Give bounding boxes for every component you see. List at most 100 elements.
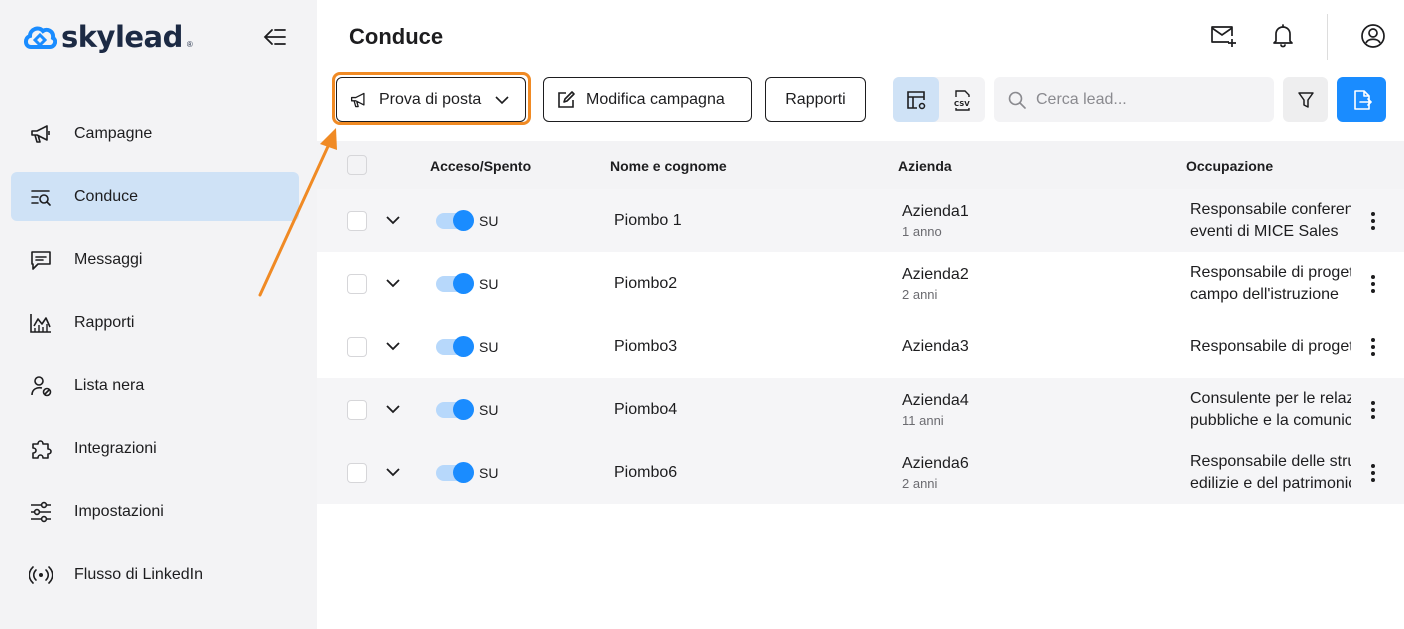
sidebar-item-label: Integrazioni xyxy=(74,439,157,457)
expand-row-button[interactable] xyxy=(383,211,403,231)
status-label: SU xyxy=(479,275,499,292)
row-checkbox[interactable] xyxy=(347,273,367,294)
app-window: skylead ® Campagne Conduce Messaggi Rapp… xyxy=(0,0,1404,629)
csv-export-button[interactable]: CSV xyxy=(939,77,985,122)
company-tenure: 2 anni xyxy=(902,475,938,491)
status-toggle[interactable] xyxy=(436,461,474,483)
row-menu-button[interactable] xyxy=(1363,272,1383,296)
sidebar-item-flusso-linkedin[interactable]: Flusso di LinkedIn xyxy=(11,550,299,599)
sidebar-item-label: Campagne xyxy=(74,124,153,142)
mail-add-button[interactable] xyxy=(1207,20,1239,52)
search-icon xyxy=(1008,91,1026,109)
row-menu-button[interactable] xyxy=(1363,335,1383,359)
row-menu-button[interactable] xyxy=(1363,398,1383,422)
sidebar-item-label: Messaggi xyxy=(74,250,143,268)
expand-row-button[interactable] xyxy=(383,274,403,294)
filter-icon xyxy=(1297,91,1314,108)
reports-button[interactable]: Rapporti xyxy=(765,77,866,122)
sidebar-item-integrazioni[interactable]: Integrazioni xyxy=(11,424,299,473)
sidebar: skylead ® Campagne Conduce Messaggi Rapp… xyxy=(0,0,317,629)
export-leads-button[interactable] xyxy=(1337,77,1386,122)
sidebar-item-impostazioni[interactable]: Impostazioni xyxy=(11,487,299,536)
lead-name: Piombo6 xyxy=(614,463,678,481)
mail-test-dropdown[interactable]: Prova di posta xyxy=(336,77,526,122)
csv-file-icon: CSV xyxy=(954,89,970,111)
sidebar-item-conduce[interactable]: Conduce xyxy=(11,172,299,221)
sidebar-item-label: Lista nera xyxy=(74,376,145,394)
lead-name: Piombo2 xyxy=(614,274,678,292)
column-header-status: Acceso/Spento xyxy=(430,158,532,174)
collapse-sidebar-button[interactable] xyxy=(261,24,289,50)
filter-button[interactable] xyxy=(1283,77,1328,122)
row-checkbox[interactable] xyxy=(347,399,367,420)
occupation-cell: Responsabile conferenze ed eventi di MIC… xyxy=(1190,199,1351,243)
occupation-line: Responsabile conferenze ed xyxy=(1190,200,1351,218)
expand-row-button[interactable] xyxy=(383,337,403,357)
pencil-edit-icon xyxy=(558,90,575,108)
company-name: Azienda4 xyxy=(902,391,969,409)
status-label: SU xyxy=(479,338,499,355)
status-label: SU xyxy=(479,212,499,229)
status-label: SU xyxy=(479,401,499,418)
status-toggle[interactable] xyxy=(436,209,474,231)
sidebar-item-campagne[interactable]: Campagne xyxy=(11,109,299,158)
lead-name: Piombo3 xyxy=(614,337,678,355)
status-toggle[interactable] xyxy=(436,398,474,420)
occupation-line: edilizie e del patrimonio xyxy=(1190,474,1351,492)
sidebar-nav: Campagne Conduce Messaggi Rapporti Lista… xyxy=(11,109,299,613)
table-row[interactable]: SU Piombo6 Azienda6 2 anni Responsabile … xyxy=(317,441,1404,504)
company-tenure: 11 anni xyxy=(902,412,944,428)
more-vertical-icon xyxy=(1371,463,1375,482)
table-settings-icon xyxy=(907,90,926,109)
notifications-button[interactable] xyxy=(1267,20,1299,52)
occupation-line: Responsabile di progetti xyxy=(1190,337,1351,355)
row-checkbox[interactable] xyxy=(347,462,367,483)
table-row[interactable]: SU Piombo2 Azienda2 2 anni Responsabile … xyxy=(317,252,1404,315)
sidebar-item-label: Conduce xyxy=(74,187,139,205)
lead-name: Piombo4 xyxy=(614,400,678,418)
row-checkbox[interactable] xyxy=(347,336,367,357)
table-row[interactable]: SU Piombo4 Azienda4 11 anni Consulente p… xyxy=(317,378,1404,441)
leads-search-icon xyxy=(28,184,54,210)
occupation-line: eventi di MICE Sales xyxy=(1190,222,1339,240)
expand-row-button[interactable] xyxy=(383,463,403,483)
lead-name: Piombo 1 xyxy=(614,211,682,229)
sidebar-item-lista-nera[interactable]: Lista nera xyxy=(11,361,299,410)
sidebar-item-label: Impostazioni xyxy=(74,502,164,520)
select-all-checkbox[interactable] xyxy=(347,155,367,175)
chevron-down-icon xyxy=(386,468,400,477)
toolbar: Prova di posta Modifica campagna Rapport… xyxy=(317,72,1404,125)
more-vertical-icon xyxy=(1371,211,1375,230)
brand-reg-mark: ® xyxy=(186,39,193,49)
toggle-knob xyxy=(453,461,474,483)
occupation-line: campo dell'istruzione xyxy=(1190,285,1339,303)
status-toggle[interactable] xyxy=(436,335,474,357)
mail-test-label: Prova di posta xyxy=(379,90,482,108)
table-row[interactable]: SU Piombo3 Azienda3 Responsabile di prog… xyxy=(317,315,1404,378)
chevron-down-icon xyxy=(495,95,509,104)
profile-button[interactable] xyxy=(1357,20,1389,52)
user-block-icon xyxy=(28,373,54,399)
row-checkbox[interactable] xyxy=(347,210,367,231)
row-menu-button[interactable] xyxy=(1363,461,1383,485)
search-box xyxy=(994,77,1274,122)
company-cell: Azienda6 2 anni xyxy=(902,455,969,491)
edit-campaign-button[interactable]: Modifica campagna xyxy=(543,77,752,122)
column-header-occupation: Occupazione xyxy=(1186,158,1274,174)
sidebar-item-rapporti[interactable]: Rapporti xyxy=(11,298,299,347)
row-menu-button[interactable] xyxy=(1363,209,1383,233)
puzzle-icon xyxy=(28,436,54,462)
table-row[interactable]: SU Piombo 1 Azienda1 1 anno Responsabile… xyxy=(317,189,1404,252)
company-cell: Azienda3 xyxy=(902,338,969,356)
status-toggle[interactable] xyxy=(436,272,474,294)
expand-row-button[interactable] xyxy=(383,400,403,420)
megaphone-icon xyxy=(28,121,54,147)
search-input[interactable] xyxy=(1036,90,1256,109)
sidebar-item-messaggi[interactable]: Messaggi xyxy=(11,235,299,284)
company-cell: Azienda4 11 anni xyxy=(902,392,969,428)
occupation-cell: Responsabile delle strutture edilizie e … xyxy=(1190,451,1351,495)
logo[interactable]: skylead ® xyxy=(23,20,193,54)
occupation-cell: Responsabile di progetti nel campo dell'… xyxy=(1190,262,1351,306)
table-settings-button[interactable] xyxy=(893,77,939,122)
broadcast-icon xyxy=(28,562,54,588)
